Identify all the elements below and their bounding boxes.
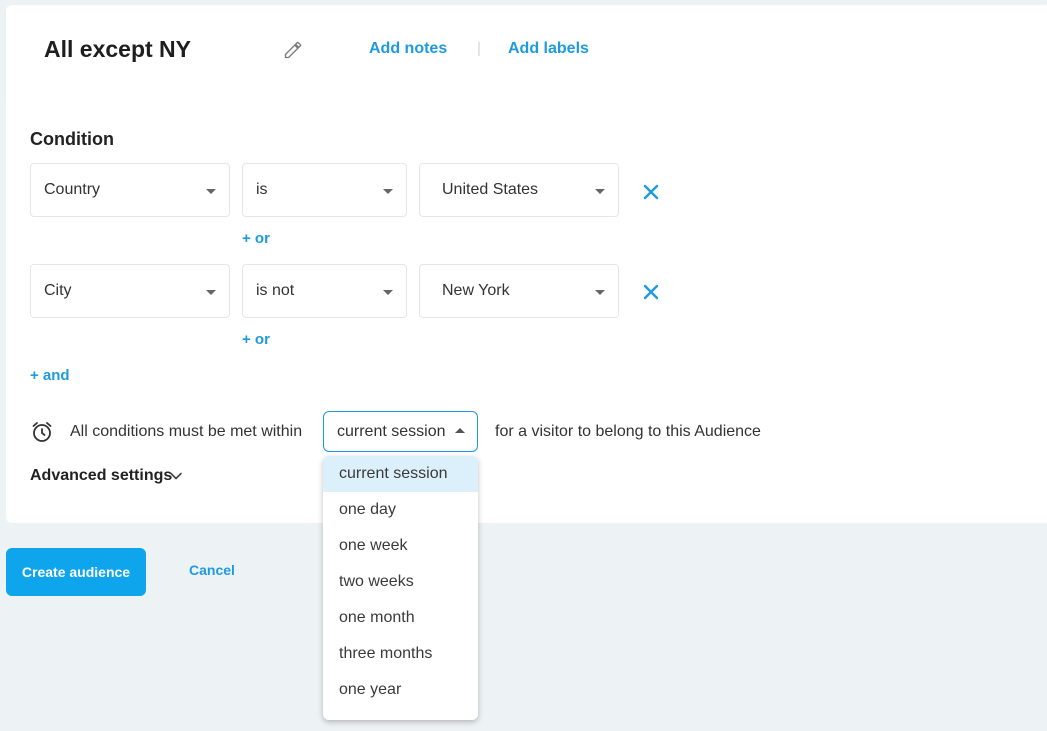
option-current-session[interactable]: current session bbox=[323, 456, 478, 492]
add-or-link-row1[interactable]: + or bbox=[242, 230, 270, 247]
chevron-down-icon[interactable] bbox=[169, 469, 183, 483]
caret-up-icon bbox=[455, 428, 465, 433]
operator-select-is-not[interactable]: is not bbox=[242, 264, 407, 318]
advanced-settings-toggle[interactable]: Advanced settings bbox=[30, 467, 172, 485]
add-labels-link[interactable]: Add labels bbox=[508, 40, 589, 58]
field-value: Country bbox=[44, 181, 101, 198]
timeframe-dropdown-menu: current session one day one week two wee… bbox=[323, 456, 478, 720]
value-text: United States bbox=[442, 181, 539, 198]
operator-value: is bbox=[256, 181, 268, 198]
value-select-united-states[interactable]: United States bbox=[419, 163, 619, 217]
caret-down-icon bbox=[206, 290, 216, 295]
timeframe-select[interactable]: current session bbox=[323, 411, 478, 452]
field-select-country[interactable]: Country bbox=[30, 163, 230, 217]
value-select-new-york[interactable]: New York bbox=[419, 264, 619, 318]
alarm-clock-icon bbox=[32, 422, 52, 442]
caret-down-icon bbox=[383, 290, 393, 295]
caret-down-icon bbox=[595, 189, 605, 194]
value-text: New York bbox=[442, 282, 510, 299]
audience-title: All except NY bbox=[44, 36, 191, 62]
condition-title: Condition bbox=[30, 129, 114, 149]
close-icon[interactable] bbox=[642, 283, 660, 301]
pencil-icon[interactable] bbox=[283, 40, 303, 60]
option-three-months[interactable]: three months bbox=[323, 636, 478, 672]
option-two-weeks[interactable]: two weeks bbox=[323, 564, 478, 600]
option-one-year[interactable]: one year bbox=[323, 672, 478, 708]
timeframe-selected-value: current session bbox=[337, 423, 446, 440]
operator-select-is[interactable]: is bbox=[242, 163, 407, 217]
cancel-button[interactable]: Cancel bbox=[189, 562, 235, 578]
operator-value: is not bbox=[256, 282, 295, 299]
field-select-city[interactable]: City bbox=[30, 264, 230, 318]
header-divider: | bbox=[477, 40, 481, 57]
timeframe-suffix: for a visitor to belong to this Audience bbox=[495, 423, 761, 440]
create-audience-button[interactable]: Create audience bbox=[6, 548, 146, 596]
caret-down-icon bbox=[383, 189, 393, 194]
add-or-link-row2[interactable]: + or bbox=[242, 331, 270, 348]
timeframe-prefix: All conditions must be met within bbox=[70, 423, 303, 440]
option-one-day[interactable]: one day bbox=[323, 492, 478, 528]
close-icon[interactable] bbox=[642, 183, 660, 201]
add-notes-link[interactable]: Add notes bbox=[369, 40, 447, 58]
field-value: City bbox=[44, 282, 72, 299]
add-and-link[interactable]: + and bbox=[30, 367, 70, 384]
caret-down-icon bbox=[595, 290, 605, 295]
option-one-month[interactable]: one month bbox=[323, 600, 478, 636]
caret-down-icon bbox=[206, 189, 216, 194]
option-one-week[interactable]: one week bbox=[323, 528, 478, 564]
